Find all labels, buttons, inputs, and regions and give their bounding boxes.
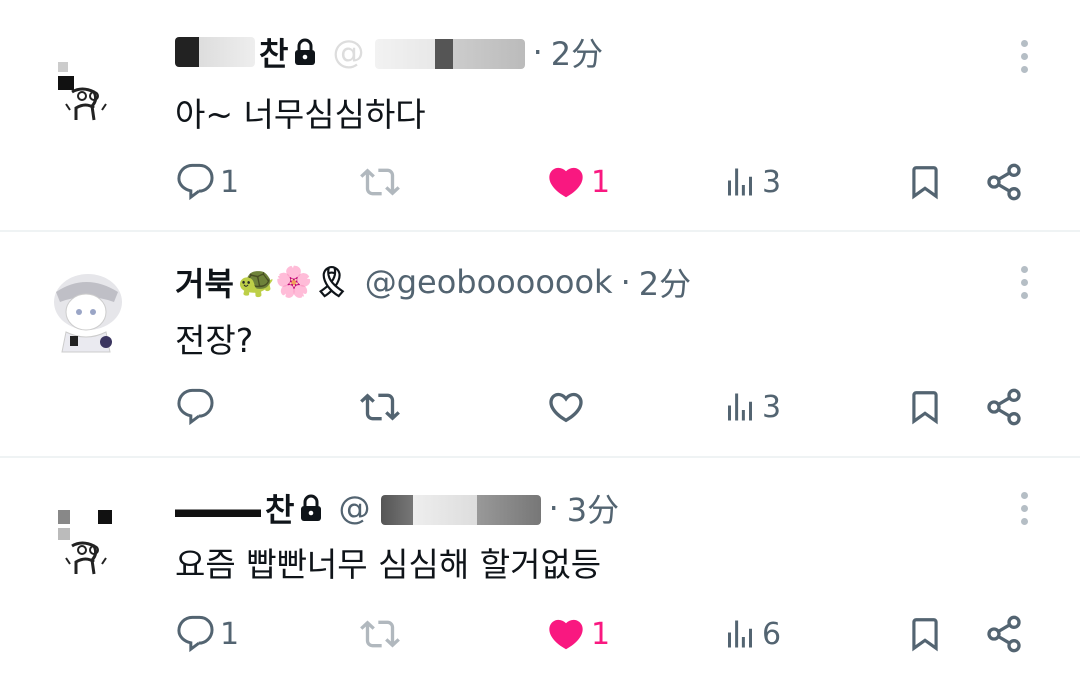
share-button[interactable] bbox=[984, 604, 1024, 664]
redacted-handle bbox=[374, 39, 525, 69]
views-count: 3 bbox=[762, 164, 782, 200]
tweet-text: 아~ 너무심심하다 bbox=[175, 95, 426, 134]
action-bar: 1 1 6 bbox=[0, 604, 1080, 664]
bookmark-icon bbox=[912, 391, 938, 425]
tweet-2[interactable]: 거북 🐢🌸🎗 @geobooooook · 2分 전장? 3 bbox=[0, 232, 1080, 456]
bookmark-icon bbox=[912, 618, 938, 652]
retweet-button[interactable] bbox=[358, 604, 402, 664]
handle[interactable]: @ bbox=[338, 489, 541, 527]
bookmark-button[interactable] bbox=[906, 377, 944, 437]
views-count: 3 bbox=[762, 389, 782, 425]
like-count: 1 bbox=[591, 164, 611, 200]
more-options-button[interactable] bbox=[1008, 486, 1040, 530]
views-icon bbox=[728, 393, 752, 421]
avatar[interactable] bbox=[36, 490, 134, 588]
retweet-icon bbox=[360, 393, 400, 421]
views-button[interactable]: 3 bbox=[722, 377, 781, 437]
share-icon bbox=[987, 388, 1021, 426]
lock-icon bbox=[295, 38, 316, 65]
reply-icon bbox=[177, 615, 214, 653]
handle[interactable]: @geobooooook bbox=[365, 263, 613, 301]
reply-count: 1 bbox=[220, 164, 240, 200]
avatar-image bbox=[36, 262, 134, 360]
tweet-text: 전장? bbox=[175, 321, 254, 360]
tweet-header: 찬 @ · 2分 bbox=[175, 30, 603, 74]
avatar-image bbox=[36, 490, 134, 588]
reply-count: 1 bbox=[220, 616, 240, 652]
avatar[interactable] bbox=[36, 262, 134, 360]
heart-icon bbox=[549, 167, 583, 198]
tweet-text: 요즘 빱빤너무 심심해 할거없등 bbox=[175, 545, 602, 584]
separator: · bbox=[620, 263, 631, 301]
display-name[interactable]: 거북 🐢🌸🎗 bbox=[175, 259, 351, 305]
retweet-icon bbox=[360, 168, 400, 196]
reply-icon bbox=[177, 163, 214, 201]
timestamp[interactable]: 2分 bbox=[639, 259, 691, 305]
heart-icon bbox=[549, 392, 583, 423]
views-button[interactable]: 6 bbox=[722, 604, 781, 664]
tweet-header: 찬 @ · 3分 bbox=[175, 486, 619, 530]
separator: · bbox=[548, 489, 559, 527]
retweet-button[interactable] bbox=[358, 377, 402, 437]
more-icon bbox=[1020, 265, 1028, 273]
timestamp[interactable]: 2分 bbox=[551, 29, 603, 75]
reply-button[interactable]: 1 bbox=[176, 152, 239, 212]
redacted-name bbox=[175, 37, 255, 67]
tweet-1[interactable]: 찬 @ · 2分 아~ 너무심심하다 1 1 3 bbox=[0, 0, 1080, 230]
views-button[interactable]: 3 bbox=[722, 152, 781, 212]
more-options-button[interactable] bbox=[1008, 260, 1040, 304]
action-bar: 1 1 3 bbox=[0, 152, 1080, 212]
tweet-header: 거북 🐢🌸🎗 @geobooooook · 2分 bbox=[175, 260, 691, 304]
bookmark-button[interactable] bbox=[906, 152, 944, 212]
like-button[interactable]: 1 bbox=[545, 604, 610, 664]
heart-icon bbox=[549, 619, 583, 650]
name-emojis: 🐢🌸🎗 bbox=[237, 264, 351, 300]
redacted-name bbox=[175, 493, 261, 523]
more-icon bbox=[1020, 491, 1028, 499]
action-bar: 3 bbox=[0, 377, 1080, 437]
share-icon bbox=[987, 615, 1021, 653]
reply-button[interactable] bbox=[176, 377, 220, 437]
reply-button[interactable]: 1 bbox=[176, 604, 239, 664]
display-name[interactable]: 찬 bbox=[175, 29, 318, 75]
bookmark-icon bbox=[912, 166, 938, 200]
handle[interactable]: @ bbox=[332, 33, 525, 71]
display-name[interactable]: 찬 bbox=[175, 485, 324, 531]
lock-icon bbox=[301, 494, 322, 521]
more-options-button[interactable] bbox=[1008, 34, 1040, 78]
reply-icon bbox=[177, 388, 214, 426]
like-button[interactable] bbox=[545, 377, 591, 437]
views-icon bbox=[728, 168, 752, 196]
avatar[interactable] bbox=[36, 36, 134, 134]
retweet-icon bbox=[360, 620, 400, 648]
like-button[interactable]: 1 bbox=[545, 152, 610, 212]
like-count: 1 bbox=[591, 616, 611, 652]
bookmark-button[interactable] bbox=[906, 604, 944, 664]
share-icon bbox=[987, 163, 1021, 201]
views-count: 6 bbox=[762, 616, 782, 652]
share-button[interactable] bbox=[984, 152, 1024, 212]
retweet-button[interactable] bbox=[358, 152, 402, 212]
avatar-image bbox=[36, 36, 134, 134]
share-button[interactable] bbox=[984, 377, 1024, 437]
timestamp[interactable]: 3分 bbox=[567, 485, 619, 531]
separator: · bbox=[532, 33, 543, 71]
tweet-3[interactable]: 찬 @ · 3分 요즘 빱빤너무 심심해 할거없등 1 1 6 bbox=[0, 458, 1080, 682]
more-icon bbox=[1020, 39, 1028, 47]
views-icon bbox=[728, 620, 752, 648]
redacted-handle bbox=[380, 495, 541, 525]
